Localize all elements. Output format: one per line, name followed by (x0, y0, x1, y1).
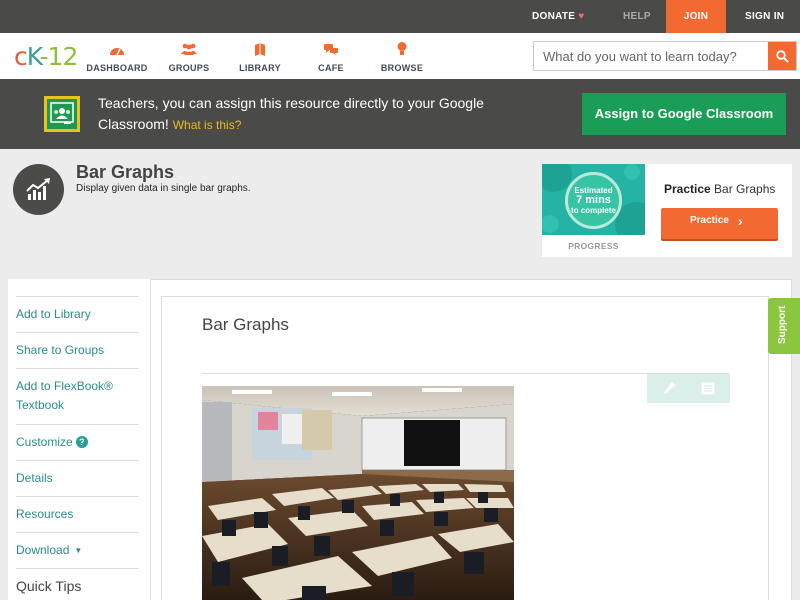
classroom-banner-text: Teachers, you can assign this resource d… (98, 95, 484, 132)
library-icon (225, 41, 295, 57)
nav-library[interactable]: LIBRARY (225, 41, 295, 73)
nav-dashboard[interactable]: DASHBOARD (82, 41, 152, 73)
nav-browse[interactable]: BROWSE (367, 41, 437, 73)
cafe-icon (296, 41, 366, 57)
donate-label: DONATE (532, 11, 576, 22)
browse-icon (367, 41, 437, 57)
share-to-groups-link[interactable]: Share to Groups (16, 332, 139, 360)
nav-label: GROUPS (168, 63, 210, 73)
help-icon[interactable]: ? (75, 436, 88, 448)
notes-icon[interactable] (700, 380, 716, 396)
progress-label: PROGRESS (568, 241, 619, 251)
nav-cafe[interactable]: CAFE (296, 41, 366, 73)
resource-title: Bar Graphs (76, 162, 175, 182)
classroom-photo (202, 386, 514, 600)
nav-label: BROWSE (380, 63, 424, 73)
pencil-icon[interactable] (661, 380, 677, 396)
practice-button[interactable]: Practice › (661, 208, 778, 239)
google-classroom-banner: Teachers, you can assign this resource d… (0, 79, 800, 149)
groups-icon (154, 41, 224, 57)
download-dropdown[interactable]: Download ▼ (16, 532, 139, 560)
nav-label: CAFE (318, 63, 344, 73)
heart-icon: ♥ (578, 11, 585, 22)
google-classroom-icon (44, 96, 80, 132)
search-box (533, 41, 797, 71)
top-bar: DONATE ♥ HELP JOIN SIGN IN (0, 0, 800, 33)
resource-sidebar: Add to Library Share to Groups Add to Fl… (8, 279, 151, 600)
chevron-right-icon: › (738, 213, 743, 229)
nav-label: DASHBOARD (86, 63, 148, 73)
search-button[interactable] (768, 42, 796, 70)
ck12-logo[interactable]: cK-12 (14, 42, 78, 71)
search-input[interactable] (534, 42, 768, 70)
details-link[interactable]: Details (16, 460, 139, 488)
assign-to-google-classroom-button[interactable]: Assign to Google Classroom (582, 93, 786, 135)
customize-link[interactable]: Customize? (16, 424, 139, 452)
edit-tools (647, 374, 730, 403)
practice-title: Practice Bar Graphs (664, 182, 776, 196)
nav-label: LIBRARY (239, 63, 281, 73)
practice-card: Estimated 7 mins to complete PROGRESS Pr… (542, 164, 792, 257)
practice-progress-image[interactable]: Estimated 7 mins to complete (542, 164, 645, 235)
caret-down-icon: ▼ (74, 546, 83, 555)
sign-in-link[interactable]: SIGN IN (745, 0, 784, 33)
search-icon (775, 49, 789, 63)
content-title: Bar Graphs (202, 315, 289, 334)
add-to-library-link[interactable]: Add to Library (16, 296, 139, 324)
bar-graph-icon (13, 164, 64, 215)
what-is-this-link[interactable]: What is this? (173, 118, 242, 132)
dashboard-icon (82, 41, 152, 57)
quick-tips-heading: Quick Tips (16, 568, 139, 596)
nav-groups[interactable]: GROUPS (154, 41, 224, 73)
resources-link[interactable]: Resources (16, 496, 139, 524)
support-tab[interactable]: Support (768, 298, 800, 354)
donate-link[interactable]: DONATE ♥ (532, 0, 585, 33)
help-link[interactable]: HELP (623, 0, 651, 33)
add-to-flexbook-link[interactable]: Add to FlexBook® Textbook (16, 368, 139, 424)
join-button[interactable]: JOIN (666, 0, 726, 33)
main-nav: cK-12 DASHBOARD GROUPS LIBRARY CAFE BROW… (0, 33, 800, 79)
estimated-time-badge: Estimated 7 mins to complete (565, 172, 622, 229)
resource-subtitle: Display given data in single bar graphs. (76, 183, 251, 194)
